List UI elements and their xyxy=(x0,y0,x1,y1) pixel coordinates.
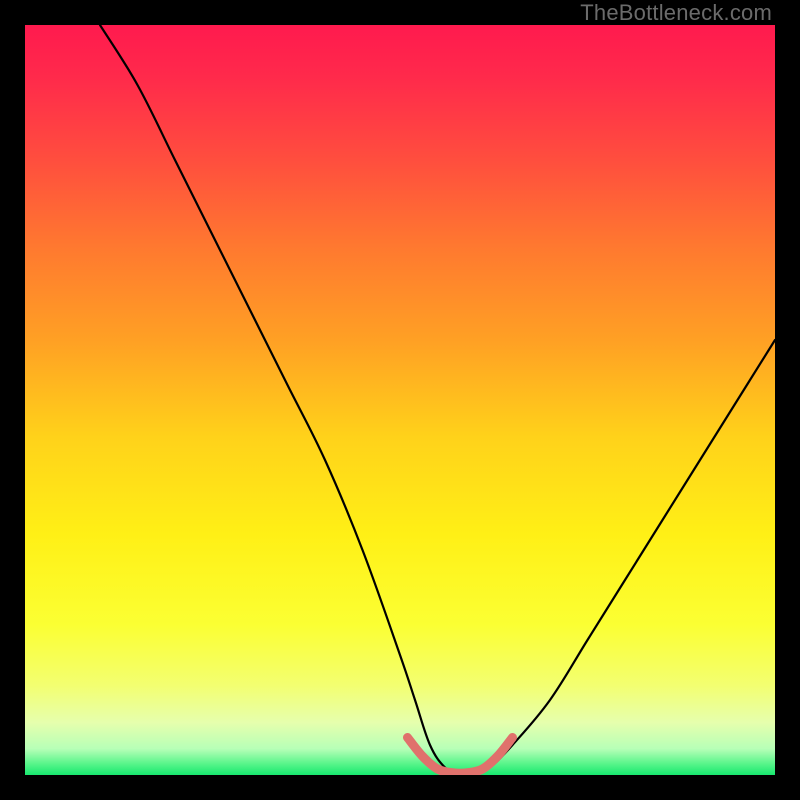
chart-stage: TheBottleneck.com xyxy=(0,0,800,800)
plot-area xyxy=(25,25,775,775)
tolerance-band xyxy=(408,738,513,774)
bottleneck-curve xyxy=(100,25,775,775)
curve-layer xyxy=(25,25,775,775)
watermark-text: TheBottleneck.com xyxy=(580,0,772,26)
